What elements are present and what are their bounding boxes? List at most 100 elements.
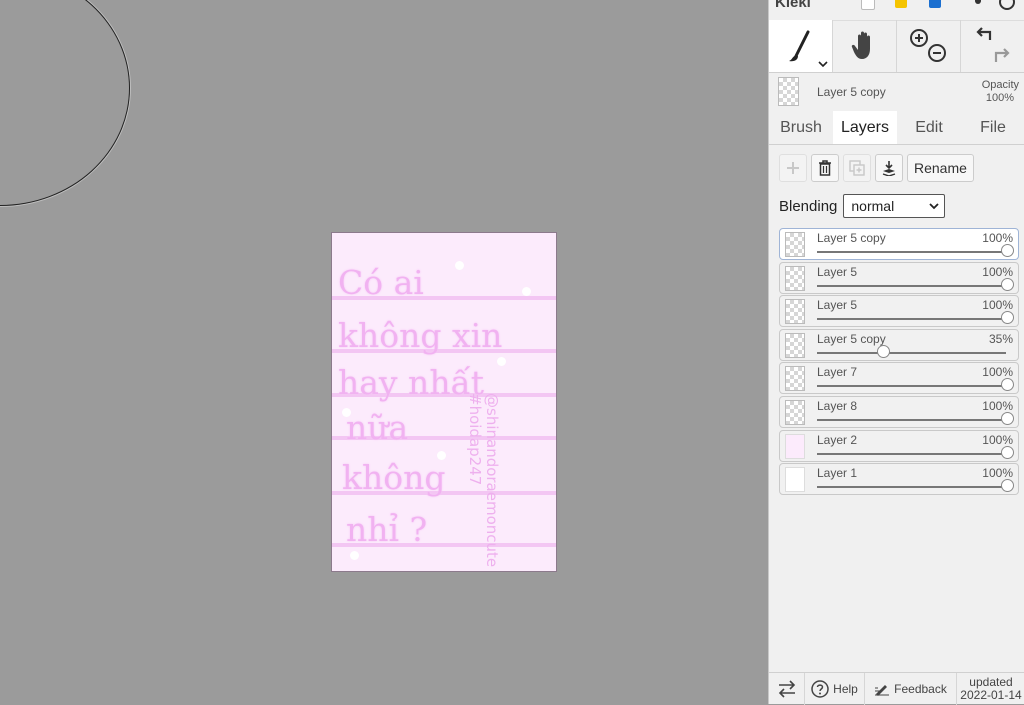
layer-row[interactable]: Layer 5 100% (779, 295, 1019, 328)
layer-list: Layer 5 copy 100% Layer 5 100% Layer 5 100% La… (779, 228, 1019, 497)
undo-redo-buttons[interactable] (961, 20, 1024, 72)
tab-file[interactable]: File (961, 111, 1024, 144)
layer-opacity-slider-handle[interactable] (1001, 244, 1014, 257)
layer-opacity-value: 100% (982, 466, 1013, 481)
undo-redo-icon (976, 27, 1010, 62)
layer-name: Layer 2 (817, 432, 858, 447)
layer-opacity-slider-handle[interactable] (1001, 479, 1014, 493)
swap-arrows-icon (778, 680, 795, 698)
zoom-tool-button[interactable] (897, 20, 961, 72)
layer-row[interactable]: Layer 2 100% (779, 429, 1019, 462)
drawing-workspace[interactable]: Có ai không xin hay nhất nữa không nhỉ ?… (0, 0, 768, 704)
layer-name: Layer 5 copy (817, 231, 886, 245)
current-layer-thumbnail (778, 77, 799, 106)
blending-mode-select[interactable]: normal (843, 194, 946, 218)
layer-opacity-slider[interactable] (817, 318, 1006, 321)
layer-opacity-slider-handle[interactable] (1001, 445, 1014, 459)
blending-label: Blending (779, 197, 838, 215)
layer-opacity-value: 100% (982, 432, 1013, 447)
layer-opacity-slider[interactable] (817, 284, 1006, 287)
rename-layer-button[interactable]: Rename (907, 154, 974, 182)
chevron-down-icon (929, 203, 940, 210)
right-panel: Kleki Layer 5 copy Opacity 100% Brush La… (768, 0, 1024, 705)
pipette-icon[interactable] (975, 0, 981, 4)
layer-opacity-slider-handle[interactable] (876, 344, 890, 358)
save-icon[interactable] (929, 0, 941, 8)
new-image-icon[interactable] (861, 0, 875, 10)
duplicate-layer-button[interactable] (843, 154, 871, 182)
layer-opacity-slider[interactable] (817, 251, 1006, 253)
layer-opacity-value: 100% (982, 231, 1013, 245)
plus-icon (787, 162, 799, 174)
trash-icon (819, 160, 831, 176)
settings-icon[interactable] (999, 0, 1015, 10)
top-strip: Kleki (769, 0, 1024, 21)
brush-cursor-outline (0, 0, 130, 206)
tool-bar (769, 20, 1024, 73)
canvas-text-line: không (342, 458, 446, 497)
layer-thumbnail (785, 299, 805, 325)
opacity-value: 100% (985, 92, 1014, 104)
canvas-dot (497, 357, 506, 366)
panel-tabs: Brush Layers Edit File (769, 111, 1024, 145)
feedback-label: Feedback (894, 682, 947, 696)
canvas-dot (350, 551, 359, 560)
layer-name: Layer 7 (817, 365, 858, 380)
layer-row[interactable]: Layer 5 copy 35% (779, 328, 1019, 361)
layer-row[interactable]: Layer 7 100% (779, 362, 1019, 395)
folder-icon[interactable] (895, 0, 907, 8)
panel-footer: Help Feedback updated 2022-01-14 (769, 672, 1024, 705)
app-logo: Kleki (775, 0, 811, 11)
merge-down-icon (882, 161, 896, 176)
layer-opacity-value: 100% (982, 264, 1013, 279)
layer-thumbnail (785, 265, 805, 291)
brush-tool-button[interactable] (769, 20, 833, 72)
hand-tool-button[interactable] (833, 20, 897, 72)
feedback-button[interactable]: Feedback (865, 673, 957, 705)
chevron-down-icon[interactable] (818, 60, 828, 68)
brush-icon (788, 30, 809, 62)
merge-down-button[interactable] (875, 154, 903, 182)
layer-row[interactable]: Layer 5 100% (779, 261, 1019, 294)
layer-opacity-slider[interactable] (817, 486, 1006, 489)
layer-opacity-slider-handle[interactable] (1001, 277, 1014, 291)
canvas-text-line: nữa (346, 408, 409, 447)
updated-info: updated 2022-01-14 (957, 673, 1024, 705)
layer-row[interactable]: Layer 1 100% (779, 463, 1019, 496)
layer-name: Layer 1 (817, 466, 858, 481)
canvas-dot (455, 261, 464, 270)
current-layer-header: Layer 5 copy Opacity 100% (769, 73, 1024, 111)
delete-layer-button[interactable] (811, 154, 839, 182)
tab-brush[interactable]: Brush (769, 111, 833, 144)
updated-date: 2022-01-14 (960, 688, 1022, 702)
layer-opacity-slider[interactable] (817, 385, 1006, 388)
layer-opacity-slider-handle[interactable] (1001, 311, 1014, 325)
layer-opacity-slider[interactable] (817, 452, 1006, 455)
layer-row[interactable]: Layer 5 copy 100% (779, 228, 1019, 260)
help-icon (811, 680, 829, 698)
add-layer-button[interactable] (779, 154, 807, 182)
tab-edit[interactable]: Edit (897, 111, 961, 144)
layer-thumbnail (785, 433, 805, 459)
opacity-label: Opacity (981, 79, 1019, 91)
layer-row[interactable]: Layer 8 100% (779, 395, 1019, 428)
layer-opacity-slider-handle[interactable] (1001, 411, 1014, 425)
swap-sides-button[interactable] (769, 673, 805, 705)
layer-name: Layer 5 copy (817, 331, 886, 346)
layer-opacity-value: 100% (982, 365, 1013, 380)
layer-opacity-slider[interactable] (817, 351, 1006, 354)
current-layer-name: Layer 5 copy (817, 85, 886, 99)
canvas-text-line: không xin (338, 316, 503, 355)
layer-opacity-value: 35% (988, 331, 1013, 346)
tab-layers[interactable]: Layers (833, 111, 897, 144)
duplicate-icon (849, 160, 865, 176)
layer-opacity-slider-handle[interactable] (1001, 378, 1014, 392)
layer-thumbnail (785, 366, 805, 392)
canvas-text-line: hay nhất (338, 363, 485, 402)
help-button[interactable]: Help (805, 673, 865, 705)
blending-mode-value: normal (851, 198, 895, 214)
layer-opacity-slider[interactable] (817, 418, 1006, 421)
drawing-canvas[interactable]: Có ai không xin hay nhất nữa không nhỉ ?… (331, 232, 557, 572)
layer-thumbnail (785, 399, 805, 425)
zoom-in-out-icon (909, 29, 946, 62)
